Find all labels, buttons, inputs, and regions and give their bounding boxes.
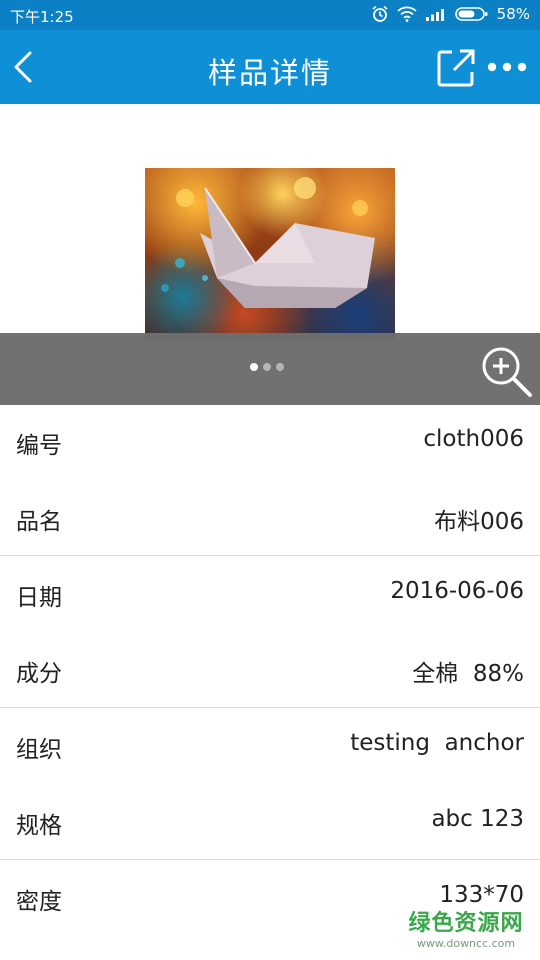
detail-row-date: 日期 2016-06-06 (0, 556, 540, 632)
image-gallery[interactable] (0, 104, 540, 405)
detail-value: abc 123 (431, 805, 524, 832)
page-dot[interactable] (250, 363, 258, 371)
wifi-icon (397, 6, 417, 22)
sample-photo[interactable] (145, 168, 395, 340)
status-bar: 下午1:25 58% (0, 0, 540, 30)
detail-label: 规格 (16, 812, 62, 839)
page-dot[interactable] (263, 363, 271, 371)
detail-value: 布料006 (434, 508, 524, 535)
detail-row-spec: 规格 abc 123 (0, 784, 540, 860)
detail-label: 组织 (16, 737, 62, 763)
status-icons: 58% (371, 5, 530, 23)
page-dot[interactable] (276, 363, 284, 371)
detail-label: 成分 (16, 660, 62, 687)
app-bar: 样品详情 (0, 30, 540, 104)
detail-row-code: 编号 cloth006 (0, 404, 540, 480)
page-indicator (250, 363, 284, 371)
zoom-in-icon[interactable] (478, 343, 534, 399)
share-icon[interactable] (436, 48, 476, 88)
watermark: 绿色资源网 www.downcc.com (404, 905, 528, 950)
watermark-url: www.downcc.com (416, 937, 516, 950)
gallery-controls (0, 333, 540, 405)
detail-row-composition: 成分 全棉 88% (0, 632, 540, 708)
paper-boat-image (161, 177, 375, 308)
detail-row-name: 品名 布料006 (0, 480, 540, 556)
detail-label: 密度 (16, 889, 62, 915)
signal-icon (425, 9, 444, 21)
detail-label: 编号 (16, 433, 62, 459)
detail-label: 品名 (16, 508, 62, 535)
detail-row-weave: 组织 testing anchor (0, 708, 540, 784)
detail-label: 日期 (16, 585, 62, 611)
detail-list: 编号 cloth006 品名 布料006 日期 2016-06-06 成分 全棉… (0, 404, 540, 936)
battery-icon (454, 7, 488, 21)
detail-value: testing anchor (350, 730, 524, 756)
detail-value: cloth006 (423, 426, 524, 452)
status-time: 下午1:25 (10, 8, 74, 26)
watermark-title: 绿色资源网 (408, 911, 524, 936)
alarm-icon (372, 5, 388, 22)
detail-value: 全棉 88% (412, 660, 524, 687)
battery-percentage: 58% (496, 5, 530, 23)
detail-value: 2016-06-06 (390, 578, 524, 604)
more-icon[interactable] (486, 52, 528, 82)
